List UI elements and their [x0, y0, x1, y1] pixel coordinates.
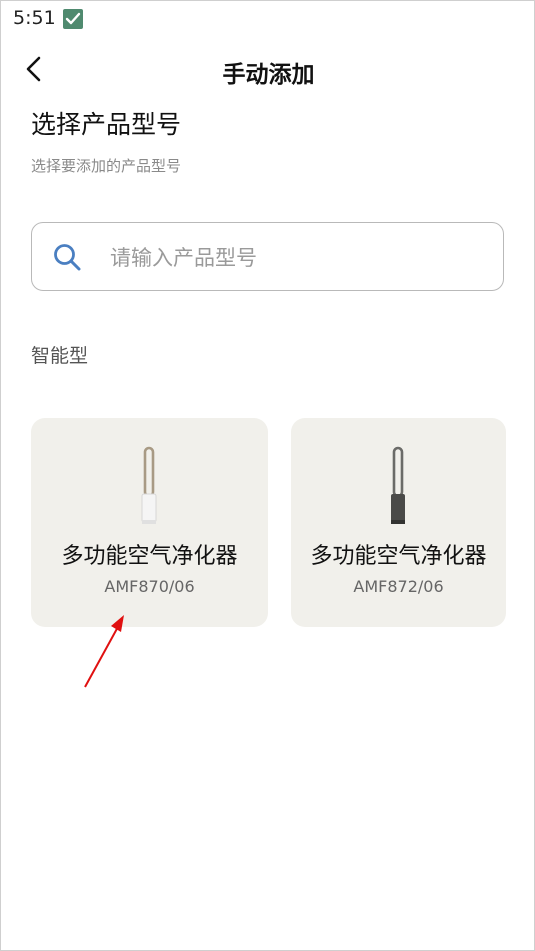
product-name: 多功能空气净化器: [310, 544, 487, 569]
search-box[interactable]: [31, 222, 504, 291]
status-bar: 5:51: [1, 1, 535, 37]
product-model: AMF872/06: [353, 577, 444, 596]
product-model: AMF870/06: [104, 577, 195, 596]
product-card[interactable]: 多功能空气净化器 AMF870/06: [31, 418, 268, 627]
product-card[interactable]: 多功能空气净化器 AMF872/06: [291, 418, 506, 627]
search-input[interactable]: [108, 237, 492, 279]
page-title: 手动添加: [222, 62, 315, 88]
screen-frame: 5:51 手动添加 选择产品型号 选择要添加的产品型号 智能型 多功能空气: [0, 0, 535, 951]
status-time: 5:51: [13, 7, 56, 29]
section-title: 选择产品型号: [31, 110, 182, 139]
white-purifier-fan-image: [141, 446, 157, 524]
category-label: 智能型: [31, 345, 89, 367]
dark-purifier-fan-image: [391, 446, 405, 524]
search-icon: [54, 244, 81, 271]
header-bar: 手动添加: [1, 45, 535, 95]
section-subtitle: 选择要添加的产品型号: [31, 157, 182, 175]
product-name: 多功能空气净化器: [61, 544, 238, 569]
checkmark-app-icon: [63, 9, 83, 29]
